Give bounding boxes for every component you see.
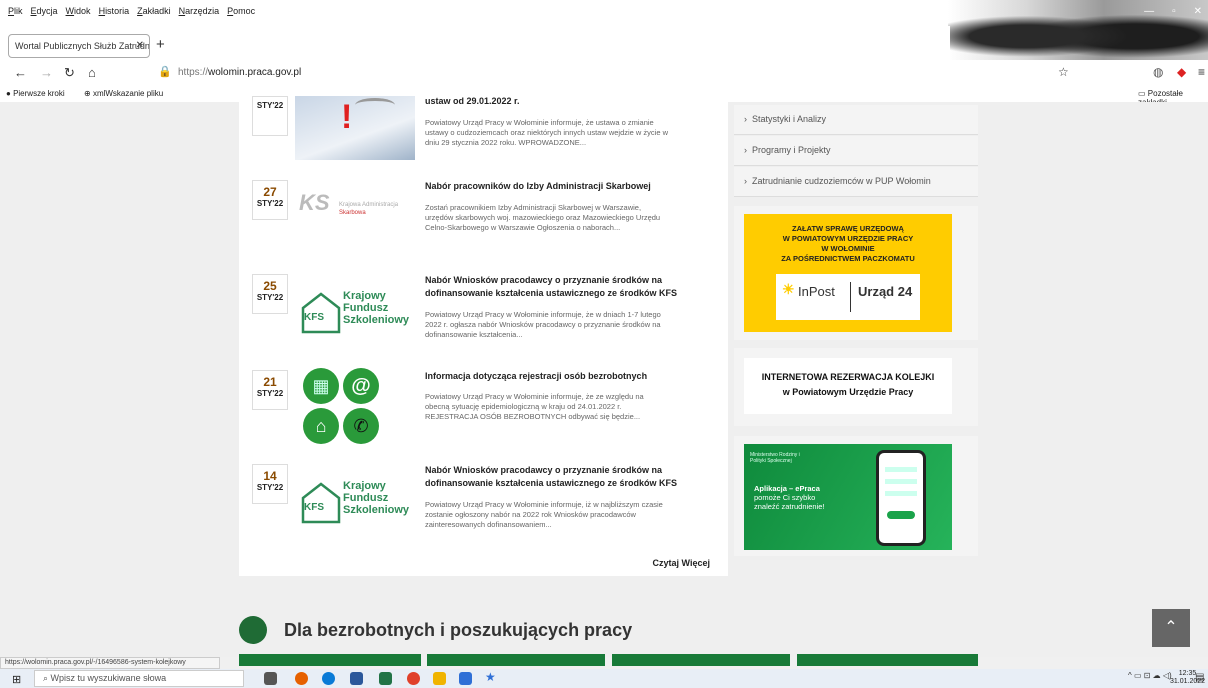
news-excerpt: Powiatowy Urząd Pracy w Wołominie inform… [425, 500, 663, 529]
pocket-icon[interactable]: ◍ [1153, 65, 1163, 79]
reload-icon[interactable]: ↻ [64, 65, 75, 81]
new-tab-icon[interactable]: + [156, 36, 165, 53]
menu-widok[interactable]: Widok [66, 6, 91, 16]
notifications-icon[interactable]: ▤ [1195, 672, 1204, 683]
sidebar: › Statystyki i Analizy › Programy i Proj… [734, 102, 978, 565]
kas-logo: KS Krajowa Administracja Skarbowa [295, 188, 415, 228]
signpost-icon [239, 616, 267, 644]
kfs-logo: KFS Krajowy Fundusz Szkoleniowy [295, 480, 415, 532]
tab-close-icon[interactable]: ✕ [136, 40, 144, 51]
section-header: Dla bezrobotnych i poszukujących pracy [239, 616, 739, 646]
news-title[interactable]: Nabór Wniosków pracodawcy o przyznanie ś… [425, 274, 710, 300]
news-date: 21 STY'22 [252, 370, 288, 410]
network-icon[interactable] [459, 672, 472, 685]
section-title: Dla bezrobotnych i poszukujących pracy [284, 620, 633, 640]
url-prefix: https:// [178, 67, 209, 78]
paczkomat-banner[interactable]: ZAŁATW SPRAWĘ URZĘDOWĄ W POWIATOWYM URZĘ… [734, 206, 978, 340]
opera-icon[interactable] [407, 672, 420, 685]
menu-pomoc[interactable]: Pomoc [227, 6, 255, 16]
menu-narzedzia[interactable]: Narzędzia [179, 6, 220, 16]
urzad24-logo: Urząd 24 [858, 284, 913, 299]
section-tile[interactable] [797, 654, 978, 666]
firefox-icon[interactable] [295, 672, 308, 685]
tab-title: Wortal Publicznych Służb Zatrudnie [15, 41, 150, 51]
news-title[interactable]: Informacja dotycząca rejestracji osób be… [425, 370, 710, 383]
task-view-icon[interactable] [264, 672, 277, 685]
news-excerpt: Powiatowy Urząd Pracy w Wołominie inform… [425, 310, 661, 339]
status-bar-url: https://wolomin.praca.gov.pl/-/16496586-… [0, 657, 220, 669]
section-tile[interactable] [239, 654, 421, 666]
navigation-bar: ← → ↻ ⌂ 🔒 https://wolomin.praca.gov.pl ☆… [0, 60, 1208, 86]
queue-reservation-banner[interactable]: INTERNETOWA REZERWACJA KOLEJKI w Powiato… [734, 348, 978, 426]
section-tile[interactable] [612, 654, 790, 666]
form-icon: ▦ [303, 368, 339, 404]
menu-edycja[interactable]: Edycja [31, 6, 58, 16]
inpost-logo: InPost [798, 284, 835, 299]
read-more-link[interactable]: Czytaj Więcej [653, 558, 710, 568]
lock-icon[interactable]: 🔒 [158, 65, 172, 78]
news-excerpt: Powiatowy Urząd Pracy w Wołominie inform… [425, 392, 644, 421]
taskbar-search-input[interactable]: ⌕ Wpisz tu wyszukiwane słowa [34, 670, 244, 687]
home-building-icon: ⌂ [303, 408, 339, 444]
tab-bar: Wortal Publicznych Służb Zatrudnie ✕ + [0, 26, 950, 60]
menu-zakladki[interactable]: Zakładki [137, 6, 171, 16]
news-date: 25 STY'22 [252, 274, 288, 314]
contact-icons-thumbnail: ▦ @ ⌂ ✆ [295, 366, 415, 450]
news-title[interactable]: ustaw od 29.01.2022 r. [425, 95, 710, 108]
address-bar[interactable]: https://wolomin.praca.gov.pl [178, 67, 301, 78]
bookmark-star-icon[interactable]: ☆ [1058, 65, 1069, 79]
browser-tab[interactable]: Wortal Publicznych Służb Zatrudnie ✕ [8, 34, 150, 58]
close-icon[interactable]: ✕ [1194, 6, 1202, 17]
sun-icon: ☀ [782, 281, 795, 297]
page-content: STY'22 ! ustaw od 29.01.2022 r. Powiatow… [0, 96, 1208, 666]
menu-historia[interactable]: Historia [99, 6, 130, 16]
edge-icon[interactable] [322, 672, 335, 685]
extension-shield-icon[interactable]: ◆ [1177, 65, 1186, 79]
star-app-icon[interactable]: ★ [485, 670, 498, 684]
maximize-icon[interactable]: ▫ [1172, 6, 1176, 17]
phone-icon: ✆ [343, 408, 379, 444]
word-icon[interactable] [350, 672, 363, 685]
news-excerpt: Powiatowy Urząd Pracy w Wołominie inform… [425, 118, 669, 147]
sidebar-item-cudzoziemcy[interactable]: › Zatrudnianie cudzoziemców w PUP Wołomi… [734, 167, 978, 197]
speech-bubble-icon [355, 98, 395, 112]
windows-start-icon[interactable]: ⊞ [12, 673, 21, 686]
laptop-warning-thumbnail: ! [295, 96, 415, 160]
window-controls: — ▫ ✕ [1144, 6, 1202, 17]
url-domain: wolomin.praca.gov.pl [208, 67, 302, 78]
news-title[interactable]: Nabór Wniosków pracodawcy o przyznanie ś… [425, 464, 710, 490]
minimize-icon[interactable]: — [1144, 6, 1154, 17]
kfs-logo: KFS Krajowy Fundusz Szkoleniowy [295, 290, 415, 342]
sidebar-item-statystyki[interactable]: › Statystyki i Analizy [734, 105, 978, 135]
taskbar: ⊞ ⌕ Wpisz tu wyszukiwane słowa ★ ^ ▭ ⊡ ☁… [0, 669, 1208, 688]
phone-mockup [876, 450, 926, 546]
file-explorer-icon[interactable] [433, 672, 446, 685]
news-excerpt: Zostań pracownikiem Izby Administracji S… [425, 203, 661, 232]
menu-plik[interactable]: Plik [8, 6, 23, 16]
kas-mark-icon: KS [299, 190, 330, 215]
excel-icon[interactable] [379, 672, 392, 685]
ministry-logo: Ministerstwo Rodziny i Polityki Społeczn… [750, 452, 800, 464]
bookmark-xml[interactable]: ⊕ xmlWskazanie pliku [84, 89, 163, 98]
news-date: 27 STY'22 [252, 180, 288, 220]
bookmark-first-steps[interactable]: ● Pierwsze kroki [6, 89, 65, 98]
system-tray[interactable]: ^ ▭ ⊡ ☁ ◁) [1128, 671, 1172, 680]
email-icon: @ [343, 368, 379, 404]
forward-icon[interactable]: → [40, 65, 53, 80]
sidebar-item-programy[interactable]: › Programy i Projekty [734, 136, 978, 166]
kas-logo-text-2: Skarbowa [339, 210, 366, 216]
section-tile[interactable] [427, 654, 605, 666]
back-icon[interactable]: ← [14, 65, 27, 80]
news-date: 14 STY'22 [252, 464, 288, 504]
home-icon[interactable]: ⌂ [88, 65, 96, 80]
scroll-to-top-button[interactable]: ⌃ [1152, 609, 1190, 647]
menu-hamburger-icon[interactable]: ≡ [1198, 65, 1205, 79]
news-date: STY'22 [252, 96, 288, 136]
epraca-banner[interactable]: Ministerstwo Rodziny i Polityki Społeczn… [734, 436, 978, 556]
kas-logo-text: Krajowa Administracja [339, 202, 399, 208]
news-list: STY'22 ! ustaw od 29.01.2022 r. Powiatow… [239, 96, 728, 576]
news-title[interactable]: Nabór pracowników do Izby Administracji … [425, 180, 710, 193]
